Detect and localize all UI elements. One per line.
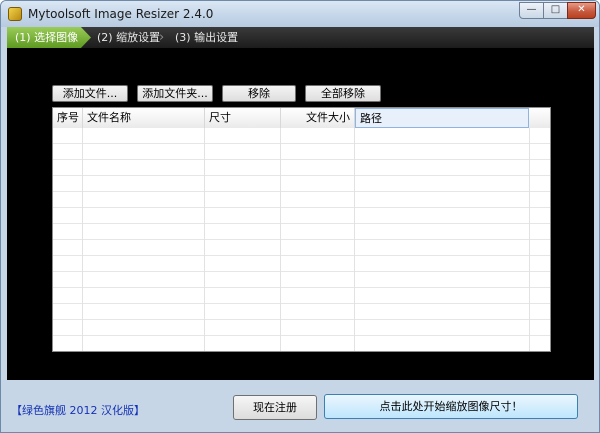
app-icon: [8, 7, 22, 21]
credit-text: 【绿色旗舰 2012 汉化版】: [11, 404, 145, 417]
remove-all-button[interactable]: 全部移除: [305, 85, 381, 102]
remove-button[interactable]: 移除: [222, 85, 296, 102]
tab-select-images[interactable]: (1) 选择图像: [7, 27, 91, 48]
column-header-dimensions[interactable]: 尺寸: [205, 108, 281, 128]
app-window: Mytoolsoft Image Resizer 2.4.0 — □ ✕ (1)…: [0, 0, 600, 433]
tab-output-settings[interactable]: (3) 输出设置: [167, 27, 238, 48]
column-header-filename[interactable]: 文件名称: [83, 108, 205, 128]
add-file-button[interactable]: 添加文件...: [52, 85, 128, 102]
table-header: 序号 文件名称 尺寸 文件大小 路径: [53, 108, 550, 129]
file-list-table[interactable]: 序号 文件名称 尺寸 文件大小 路径: [52, 107, 551, 352]
close-button[interactable]: ✕: [567, 2, 596, 19]
window-title: Mytoolsoft Image Resizer 2.4.0: [28, 7, 214, 21]
title-bar[interactable]: Mytoolsoft Image Resizer 2.4.0 — □ ✕: [1, 1, 599, 27]
column-header-index[interactable]: 序号: [53, 108, 83, 128]
register-button[interactable]: 现在注册: [233, 395, 317, 420]
step-tabs: (1) 选择图像 › (2) 缩放设置 (3) 输出设置: [7, 27, 594, 48]
tab-resize-settings[interactable]: (2) 缩放设置: [89, 27, 160, 48]
column-divider: [82, 128, 83, 351]
minimize-button[interactable]: —: [519, 2, 544, 19]
column-divider: [204, 128, 205, 351]
column-header-path[interactable]: 路径: [355, 108, 529, 128]
column-divider: [529, 128, 530, 351]
start-resize-button[interactable]: 点击此处开始缩放图像尺寸！: [324, 394, 578, 419]
maximize-button[interactable]: □: [543, 2, 568, 19]
table-body[interactable]: [53, 128, 550, 351]
column-divider: [280, 128, 281, 351]
column-divider: [354, 128, 355, 351]
column-header-filesize[interactable]: 文件大小: [281, 108, 355, 128]
add-folder-button[interactable]: 添加文件夹...: [137, 85, 213, 102]
